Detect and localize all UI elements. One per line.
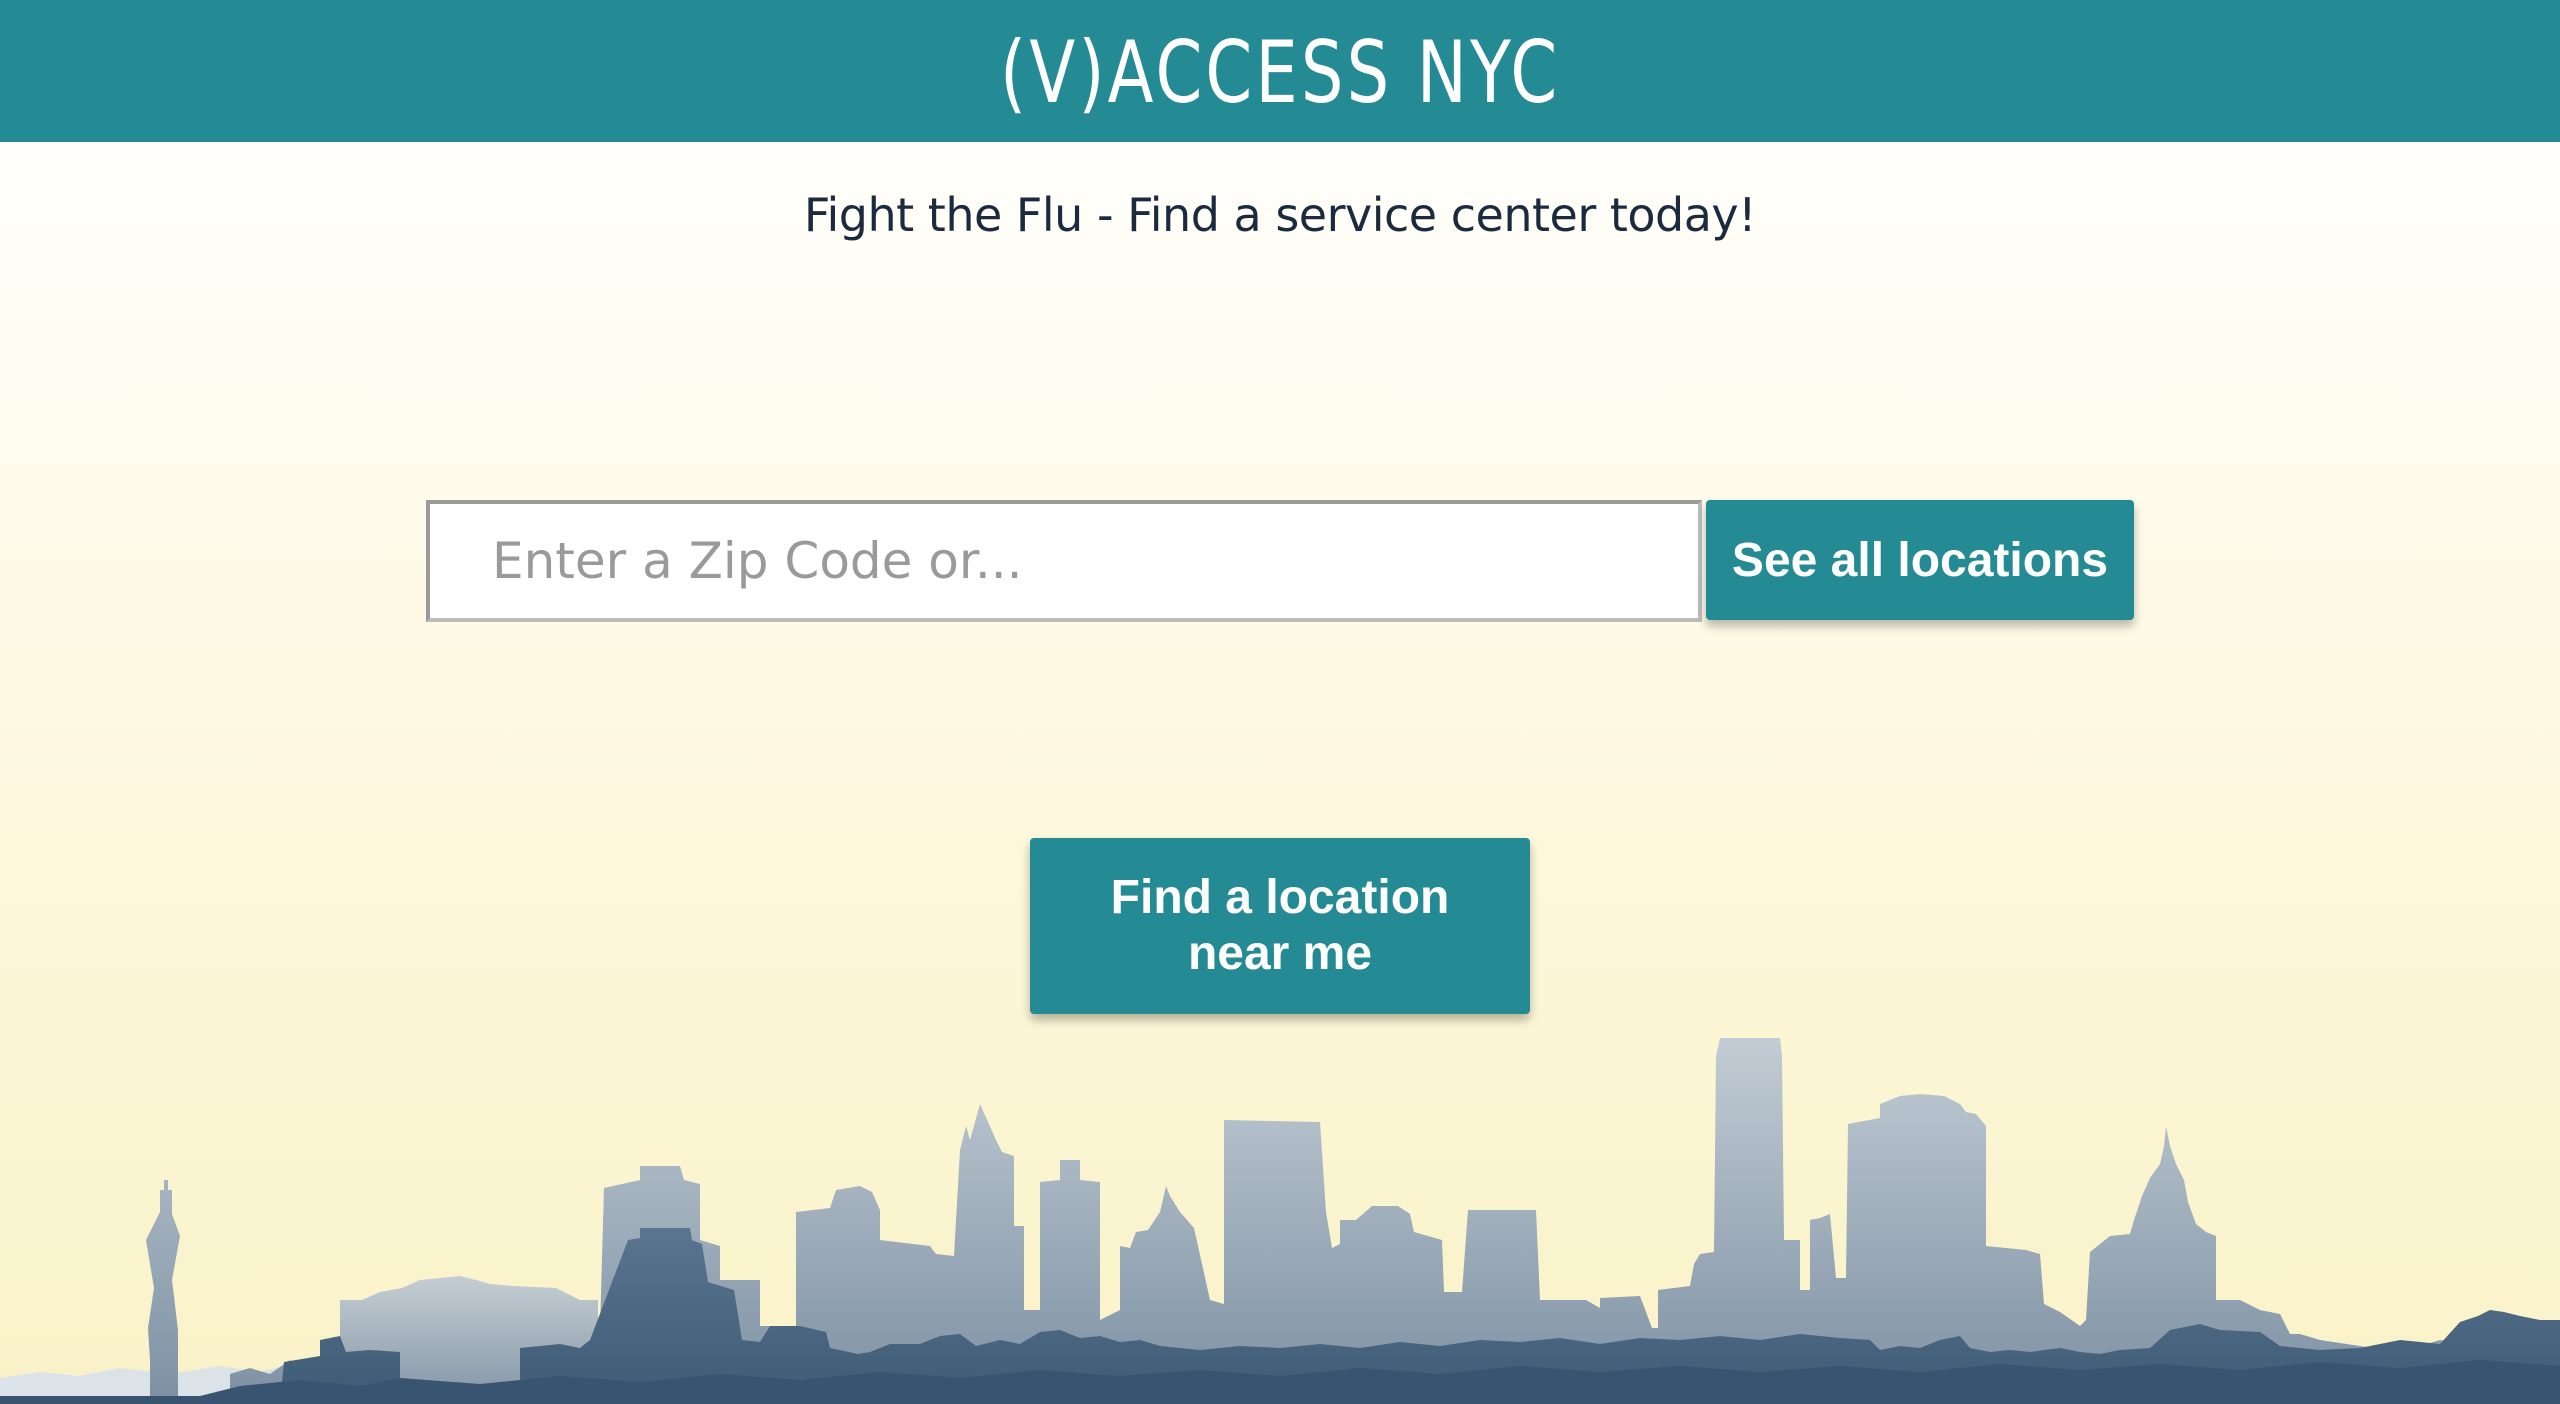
search-row: See all locations	[426, 500, 2134, 622]
zip-code-input[interactable]	[426, 500, 1702, 622]
header-bar: (V)ACCESS NYC	[0, 0, 2560, 142]
page: (V)ACCESS NYC Fight the Flu - Find a ser…	[0, 0, 2560, 1404]
site-logo[interactable]: (V)ACCESS NYC	[1000, 23, 1560, 123]
page-tagline: Fight the Flu - Find a service center to…	[803, 188, 1757, 242]
find-location-near-me-button[interactable]: Find a location near me	[1030, 838, 1530, 1014]
see-all-locations-button[interactable]: See all locations	[1706, 500, 2134, 620]
nyc-skyline-illustration	[0, 1038, 2560, 1404]
